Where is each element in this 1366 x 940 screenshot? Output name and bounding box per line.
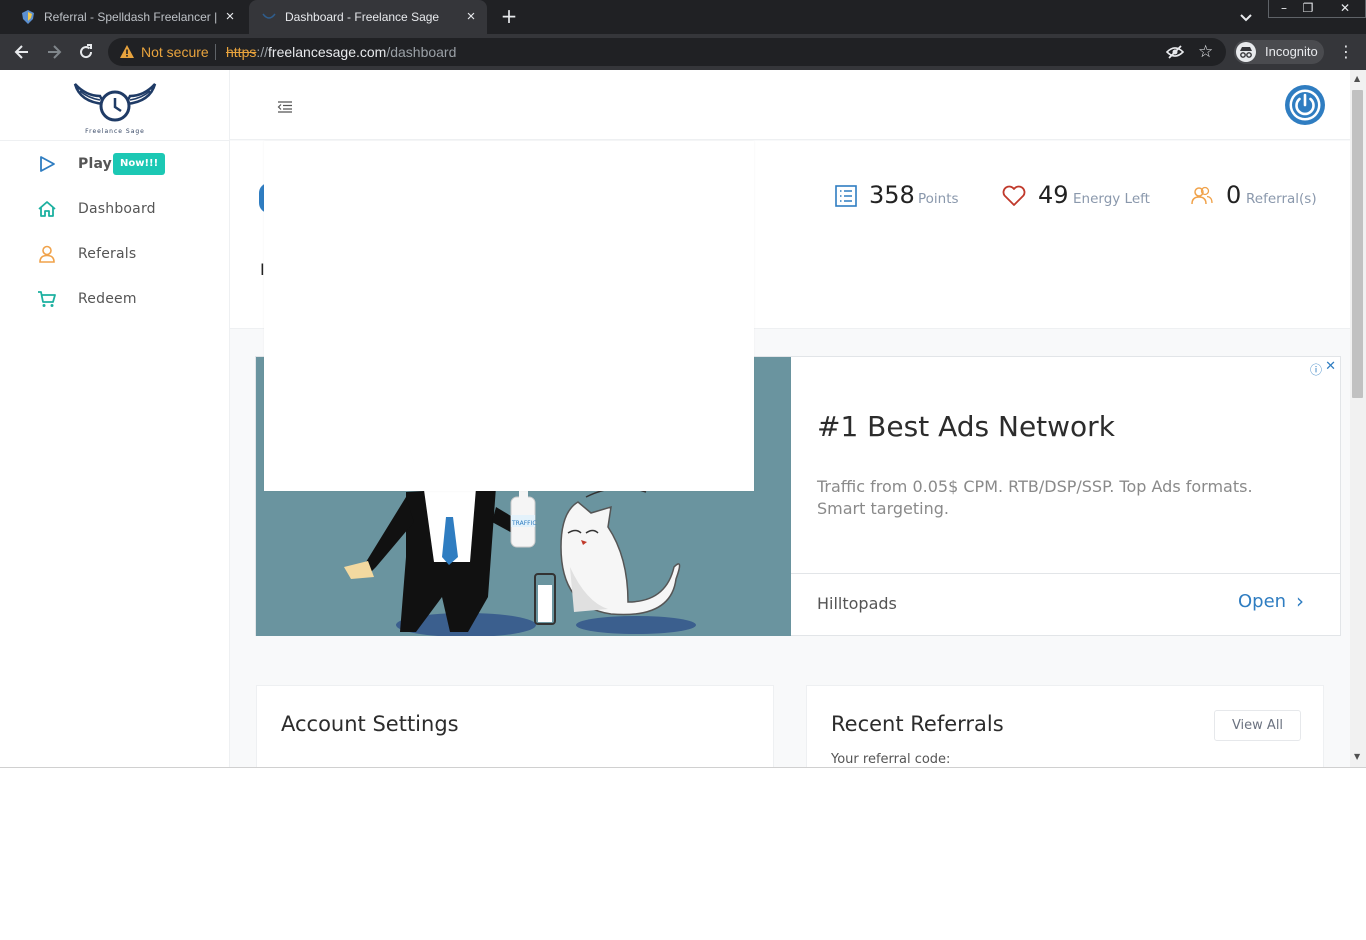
freelance-sage-logo[interactable]: Freelance Sage	[70, 76, 160, 136]
reload-icon[interactable]	[76, 42, 96, 62]
list-icon	[834, 184, 858, 208]
tab-dashboard[interactable]: Dashboard - Freelance Sage ×	[249, 0, 487, 34]
home-icon	[37, 199, 57, 219]
tab-search-icon[interactable]	[1237, 9, 1255, 25]
energy-value: 49	[1038, 181, 1069, 209]
sidebar-item-label: Play	[78, 156, 113, 172]
points-label: Points	[918, 191, 959, 207]
ad-info-icon[interactable]: ⓘ	[1310, 361, 1322, 378]
warning-icon[interactable]	[119, 44, 135, 60]
tab-title: Referral - Spelldash Freelancer | Pa	[44, 10, 220, 24]
ad-close-icon[interactable]: ✕	[1325, 359, 1336, 374]
sidebar-item-referals[interactable]: Referals	[0, 240, 229, 270]
sidebar-item-label: Referals	[78, 246, 137, 262]
sidebar-item-label: Dashboard	[78, 201, 156, 217]
browser-toolbar: Not secure https://freelancesage.com/das…	[0, 34, 1366, 70]
points-value: 358	[869, 181, 915, 209]
tab-title: Dashboard - Freelance Sage	[285, 10, 440, 24]
wings-favicon-icon	[261, 9, 277, 25]
sidebar-item-dashboard[interactable]: Dashboard	[0, 195, 229, 225]
scrollbar-thumb[interactable]	[1352, 90, 1363, 398]
bookmark-star-icon[interactable]: ☆	[1198, 42, 1213, 62]
ad-divider	[791, 573, 1341, 574]
energy-label: Energy Left	[1073, 191, 1150, 207]
eye-off-icon[interactable]	[1165, 44, 1185, 60]
url-text[interactable]: https://freelancesage.com/dashboard	[226, 44, 456, 60]
close-window-button[interactable]: ✕	[1326, 0, 1364, 17]
ad-brand: Hilltopads	[817, 594, 897, 613]
referrals-value: 0	[1226, 181, 1242, 209]
scroll-up-arrow-icon[interactable]: ▲	[1354, 74, 1360, 83]
page-scrollbar[interactable]: ▲ ▼	[1350, 70, 1366, 767]
play-icon	[37, 154, 57, 174]
sidebar: Freelance Sage Play Now!!! Dashboard Ref…	[0, 70, 230, 767]
maximize-button[interactable]: ❐	[1294, 0, 1322, 17]
blank-area-below-viewport	[0, 767, 1366, 940]
incognito-icon	[1236, 42, 1256, 62]
power-logout-icon[interactable]	[1285, 85, 1325, 125]
ad-title[interactable]: #1 Best Ads Network	[817, 410, 1115, 443]
new-tab-button[interactable]: +	[499, 6, 519, 27]
address-bar[interactable]: Not secure https://freelancesage.com/das…	[108, 38, 1226, 66]
security-status[interactable]: Not secure	[141, 44, 209, 60]
sidebar-item-redeem[interactable]: Redeem	[0, 285, 229, 315]
account-settings-title: Account Settings	[281, 712, 459, 736]
sidebar-item-play[interactable]: Play Now!!!	[0, 150, 229, 180]
incognito-profile-button[interactable]: Incognito	[1234, 40, 1324, 64]
browser-menu-icon[interactable]: ⋮	[1338, 42, 1354, 62]
omnibox-divider	[215, 44, 216, 60]
account-settings-card: Account Settings	[256, 685, 774, 767]
tab-close-icon[interactable]: ×	[222, 9, 238, 25]
url-host: freelancesage.com	[268, 44, 387, 60]
forward-arrow-icon[interactable]	[44, 42, 64, 62]
users-icon	[1190, 184, 1214, 208]
sidebar-divider	[0, 140, 229, 141]
ad-description: Traffic from 0.05$ CPM. RTB/DSP/SSP. Top…	[817, 477, 1253, 518]
referral-code-label: Your referral code:	[831, 752, 951, 767]
bottle-label: TRAFFIC	[511, 520, 537, 527]
cart-icon	[37, 289, 57, 309]
url-separator: ://	[256, 44, 269, 60]
tab-referral[interactable]: Referral - Spelldash Freelancer | Pa ×	[8, 0, 246, 34]
sidebar-item-label: Redeem	[78, 291, 137, 307]
chevron-right-icon[interactable]: ›	[1296, 589, 1304, 613]
referrals-label: Referral(s)	[1246, 191, 1317, 207]
incognito-label: Incognito	[1265, 44, 1318, 59]
browser-tab-strip: Referral - Spelldash Freelancer | Pa × D…	[0, 0, 1366, 34]
menu-toggle-icon[interactable]	[277, 98, 293, 113]
recent-referrals-title: Recent Referrals	[831, 712, 1004, 736]
back-arrow-icon[interactable]	[12, 42, 32, 62]
now-badge: Now!!!	[113, 153, 166, 175]
scroll-down-arrow-icon[interactable]: ▼	[1354, 752, 1360, 761]
tab-close-icon[interactable]: ×	[463, 9, 479, 25]
view-all-button[interactable]: View All	[1214, 710, 1301, 741]
page-viewport: Freelance Sage Play Now!!! Dashboard Ref…	[0, 70, 1366, 767]
logo-text: Freelance Sage	[85, 128, 145, 135]
overlay-panel	[264, 141, 754, 491]
user-icon	[37, 244, 57, 264]
ad-open-link[interactable]: Open	[1238, 591, 1286, 612]
recent-referrals-card: Recent Referrals View All Your referral …	[806, 685, 1324, 767]
url-path: /dashboard	[386, 44, 457, 60]
top-header	[230, 70, 1350, 140]
shield-favicon-icon	[20, 9, 36, 25]
heart-icon	[1001, 184, 1026, 208]
url-scheme: https	[226, 44, 257, 60]
